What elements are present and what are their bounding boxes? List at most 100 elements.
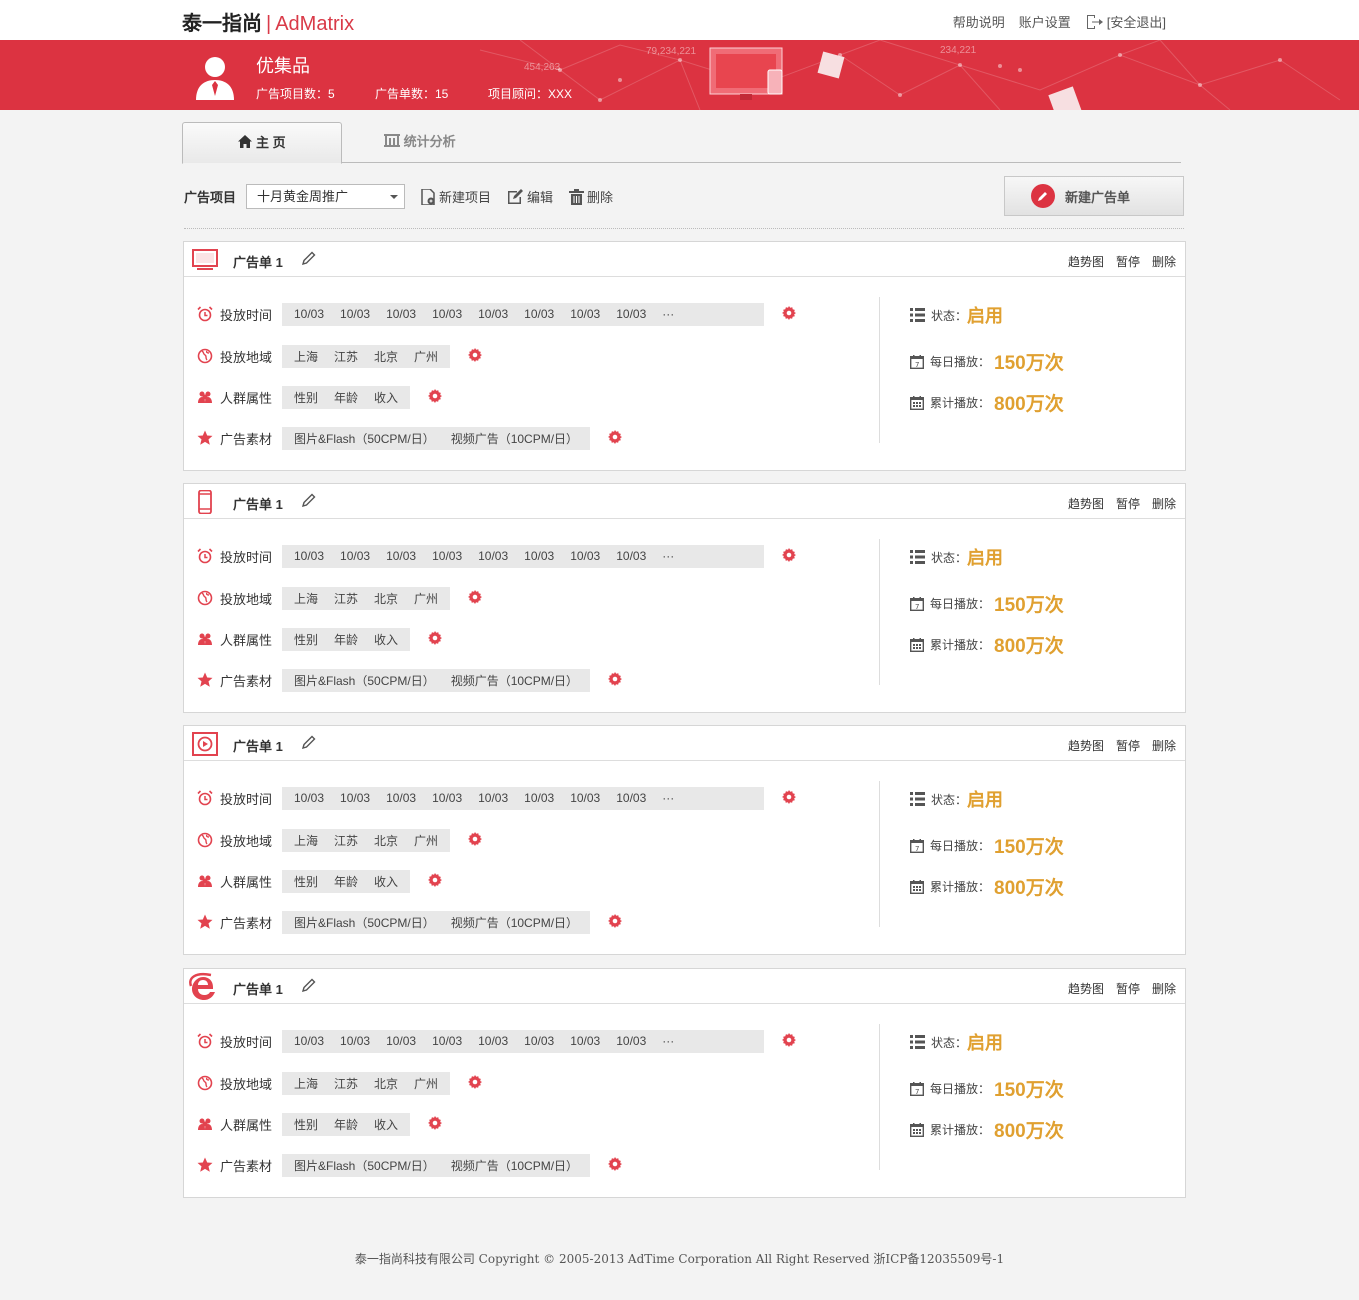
daily-plays-label: 每日播放： — [930, 355, 991, 369]
tab-stats[interactable]: 统计分析 — [384, 122, 456, 163]
region-label: 投放地域 — [220, 833, 273, 849]
star-icon — [196, 671, 214, 689]
calendar-icon — [910, 1122, 924, 1137]
ad-card-header: 广告单 1 趋势图 暂停 删除 — [184, 484, 1185, 519]
new-ad-button[interactable]: 新建广告单 — [1004, 176, 1184, 216]
gear-icon[interactable] — [608, 429, 623, 447]
material-values: 图片&Flash（50CPM/日） 视频广告（10CPM/日） — [282, 910, 591, 934]
regions-item: 上海 — [294, 349, 319, 364]
gear-icon[interactable] — [782, 1032, 796, 1050]
regions-item: 广州 — [414, 833, 439, 848]
people-icon — [196, 872, 214, 890]
project-select[interactable]: 十月黄金周推广 — [246, 184, 406, 209]
gear-icon[interactable] — [428, 1115, 443, 1133]
pencil-icon[interactable] — [301, 251, 316, 268]
times-item: 10/03 — [386, 791, 417, 805]
deco-number: 234,221 — [940, 45, 977, 56]
star-icon — [196, 1156, 214, 1174]
delete-link[interactable]: 删除 — [1152, 739, 1176, 753]
delete-project-button[interactable]: 删除 — [569, 187, 613, 206]
materials-item: 视频广告（10CPM/日） — [450, 915, 579, 930]
region-values: 上海 江苏 北京 广州 — [282, 586, 451, 610]
total-plays-row: 累计播放： 800万次 — [910, 631, 1064, 658]
daily-plays-label: 每日播放： — [930, 839, 991, 853]
total-plays-value: 800万次 — [994, 1121, 1064, 1142]
pause-link[interactable]: 暂停 — [1116, 255, 1140, 269]
times-item: 10/03 — [432, 549, 463, 563]
pencil-icon — [1031, 184, 1055, 208]
pause-link[interactable]: 暂停 — [1116, 982, 1140, 996]
gear-icon[interactable] — [468, 1074, 483, 1092]
trend-link[interactable]: 趋势图 — [1068, 739, 1104, 753]
tv-icon — [192, 248, 218, 272]
gear-icon[interactable] — [608, 671, 623, 689]
user-name: 优集品 — [256, 56, 310, 76]
trend-link[interactable]: 趋势图 — [1068, 255, 1104, 269]
audience-label: 人群属性 — [220, 632, 273, 648]
trend-link[interactable]: 趋势图 — [1068, 982, 1104, 996]
list-icon — [910, 1035, 925, 1049]
gear-icon[interactable] — [468, 589, 483, 607]
ad-card-header: 广告单 1 趋势图 暂停 删除 — [184, 969, 1185, 1004]
materials-item: 图片&Flash（50CPM/日） — [294, 1158, 435, 1173]
pencil-icon[interactable] — [301, 735, 316, 752]
status-value: 启用 — [967, 1033, 1004, 1053]
total-plays-row: 累计播放： 800万次 — [910, 1116, 1064, 1143]
calendar-icon — [910, 637, 924, 652]
tab-home[interactable]: 主 页 — [182, 122, 342, 164]
gear-icon[interactable] — [608, 1156, 623, 1174]
total-plays-row: 累计播放： 800万次 — [910, 389, 1064, 416]
delete-link[interactable]: 删除 — [1152, 982, 1176, 996]
logout-link[interactable]: [安全退出] — [1107, 12, 1166, 31]
pause-link[interactable]: 暂停 — [1116, 739, 1140, 753]
status-value: 启用 — [967, 790, 1004, 810]
gear-icon[interactable] — [608, 913, 623, 931]
card-divider — [879, 781, 880, 927]
times-item: 10/03 — [478, 1034, 509, 1048]
gear-icon[interactable] — [782, 789, 796, 807]
pencil-icon[interactable] — [301, 978, 316, 995]
delete-link[interactable]: 删除 — [1152, 255, 1176, 269]
times-item: 10/03 — [524, 1034, 555, 1048]
gear-icon[interactable] — [468, 831, 483, 849]
alarm-clock-icon — [196, 789, 214, 807]
project-select-value: 十月黄金周推广 — [257, 189, 349, 204]
account-settings-link[interactable]: 账户设置 — [1019, 12, 1071, 31]
delete-link[interactable]: 删除 — [1152, 497, 1176, 511]
schedule-row: 投放时间 10/03 10/03 10/03 10/03 10/03 10/03 10/03… — [196, 544, 796, 568]
gear-icon[interactable] — [428, 630, 443, 648]
tab-stats-label: 统计分析 — [403, 134, 456, 149]
gear-icon[interactable] — [468, 347, 483, 365]
pencil-icon[interactable] — [301, 493, 316, 510]
gear-icon[interactable] — [428, 388, 443, 406]
daily-plays-value: 150万次 — [994, 595, 1064, 616]
gear-icon[interactable] — [428, 872, 443, 890]
material-values: 图片&Flash（50CPM/日） 视频广告（10CPM/日） — [282, 1153, 591, 1177]
svg-text:7: 7 — [915, 845, 919, 853]
edit-project-button[interactable]: 编辑 — [507, 187, 553, 206]
logo[interactable]: 泰一指尚 | AdMatrix — [182, 7, 354, 36]
ad-card: 广告单 1 趋势图 暂停 删除 投放时间 10/03 10/03 10/03 10/03 1… — [183, 483, 1186, 713]
pause-link[interactable]: 暂停 — [1116, 497, 1140, 511]
audience-values: 性别 年龄 收入 — [282, 627, 411, 651]
crowd-item: 性别 — [294, 632, 319, 647]
gear-icon[interactable] — [782, 547, 796, 565]
material-label: 广告素材 — [220, 431, 273, 447]
new-project-button[interactable]: 新建项目 — [421, 187, 491, 206]
gear-icon[interactable] — [782, 305, 796, 323]
regions-item: 广州 — [414, 591, 439, 606]
schedule-label: 投放时间 — [220, 1034, 273, 1050]
crowd-item: 性别 — [294, 1117, 319, 1132]
materials-item: 视频广告（10CPM/日） — [450, 673, 579, 688]
logout-icon[interactable] — [1085, 14, 1103, 30]
calendar-day-icon: 7 — [910, 354, 924, 369]
help-link[interactable]: 帮助说明 — [953, 12, 1005, 31]
trend-link[interactable]: 趋势图 — [1068, 497, 1104, 511]
ad-card: 广告单 1 趋势图 暂停 删除 投放时间 10/03 10/03 10/03 10/03 1… — [183, 725, 1186, 955]
regions-item: 广州 — [414, 349, 439, 364]
globe-icon — [196, 589, 214, 607]
times-item: 10/03 — [616, 791, 647, 805]
schedule-label: 投放时间 — [220, 307, 273, 323]
times-item: 10/03 — [478, 549, 509, 563]
new-project-label: 新建项目 — [439, 190, 492, 205]
